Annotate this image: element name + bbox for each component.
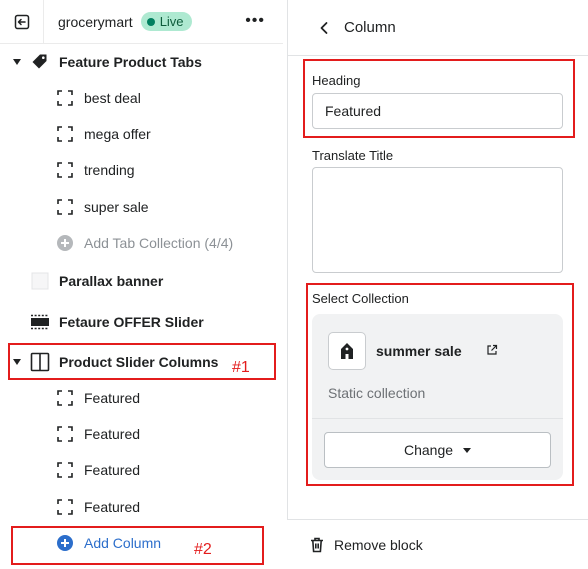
chevron-left-icon xyxy=(320,22,328,34)
block-frame-icon xyxy=(55,497,75,517)
block-frame-icon xyxy=(55,424,75,444)
exit-icon xyxy=(14,14,29,29)
tag-icon xyxy=(30,52,50,72)
block-settings-panel: Column Heading Translate Title Select Co… xyxy=(288,0,588,569)
annotation-box-2 xyxy=(11,526,264,565)
section-parallax-banner[interactable]: Parallax banner xyxy=(0,265,283,297)
block-item[interactable]: best deal xyxy=(0,82,283,114)
live-badge: Live xyxy=(140,12,192,31)
block-frame-icon xyxy=(55,460,75,480)
block-frame-icon xyxy=(55,88,75,108)
section-offer-slider[interactable]: Fetaure OFFER Slider xyxy=(0,306,283,338)
block-frame-icon xyxy=(55,388,75,408)
live-label: Live xyxy=(159,14,184,29)
slideshow-icon xyxy=(30,312,50,332)
store-name: grocerymart xyxy=(58,13,133,30)
block-label: Featured xyxy=(84,499,141,515)
block-item[interactable]: mega offer xyxy=(0,118,283,150)
trash-icon xyxy=(311,537,323,553)
footer-divider xyxy=(288,519,588,520)
annotation-box-heading xyxy=(303,59,575,138)
remove-block-button[interactable]: Remove block xyxy=(310,534,423,556)
annotation-box-collection xyxy=(306,283,574,486)
block-frame-icon xyxy=(55,124,75,144)
annotation-label-2: #2 xyxy=(194,541,212,558)
block-item[interactable]: super sale xyxy=(0,191,283,223)
translate-title-label: Translate Title xyxy=(312,148,394,163)
block-item[interactable]: trending xyxy=(0,154,283,186)
block-label: Featured xyxy=(84,426,141,442)
section-feature-product-tabs[interactable]: Feature Product Tabs xyxy=(0,46,283,78)
more-actions-button[interactable]: ••• xyxy=(245,12,265,30)
add-tab-label: Add Tab Collection (4/4) xyxy=(84,235,234,251)
panel-title: Column xyxy=(344,19,396,36)
top-bar: grocerymart Live ••• xyxy=(0,0,283,44)
block-label: Featured xyxy=(84,462,141,478)
panel-header: Column xyxy=(288,0,588,56)
translate-title-textarea[interactable] xyxy=(312,167,563,273)
block-label: super sale xyxy=(84,199,149,215)
add-circle-icon xyxy=(55,233,75,253)
block-item[interactable]: Featured xyxy=(0,418,283,450)
annotation-label-1: #1 xyxy=(232,359,250,376)
image-placeholder-icon xyxy=(30,271,50,291)
block-label: mega offer xyxy=(84,126,151,142)
section-label: Feature Product Tabs xyxy=(59,54,202,70)
add-tab-collection-button[interactable]: Add Tab Collection (4/4) xyxy=(0,227,283,259)
chevron-down-icon[interactable] xyxy=(13,59,21,65)
back-button[interactable] xyxy=(314,18,334,38)
block-item[interactable]: Featured xyxy=(0,491,283,523)
block-label: best deal xyxy=(84,90,141,106)
section-label: Parallax banner xyxy=(59,273,164,289)
remove-block-label: Remove block xyxy=(334,537,423,553)
block-label: trending xyxy=(84,162,135,178)
sections-sidebar: grocerymart Live ••• Feature Product Tab… xyxy=(0,0,283,569)
live-dot-icon xyxy=(146,17,155,26)
block-label: Featured xyxy=(84,390,141,406)
exit-button[interactable] xyxy=(0,0,44,44)
section-label: Fetaure OFFER Slider xyxy=(59,314,204,330)
block-frame-icon xyxy=(55,197,75,217)
block-item[interactable]: Featured xyxy=(0,454,283,486)
block-item[interactable]: Featured xyxy=(0,382,283,414)
block-frame-icon xyxy=(55,160,75,180)
